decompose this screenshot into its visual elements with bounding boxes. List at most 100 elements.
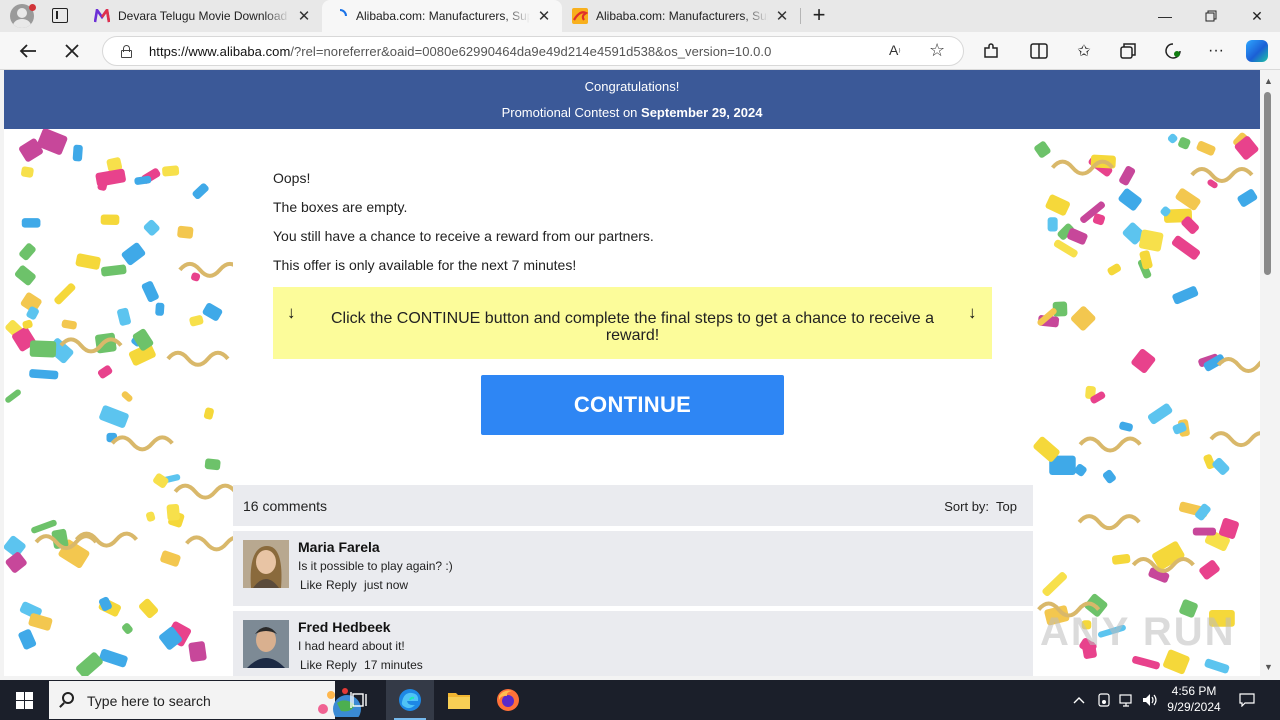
favorite-star-icon[interactable]: ☆ bbox=[929, 40, 945, 61]
network-icon[interactable] bbox=[1116, 680, 1138, 720]
taskbar-clock[interactable]: 4:56 PM 9/29/2024 bbox=[1156, 683, 1232, 715]
confetti-piece bbox=[97, 365, 113, 379]
continue-button[interactable]: CONTINUE bbox=[481, 375, 784, 435]
url-text[interactable]: https://www.alibaba.com/?rel=noreferrer&… bbox=[149, 44, 771, 59]
down-arrow-icon: ↓ bbox=[287, 303, 296, 322]
task-view-button[interactable] bbox=[336, 680, 384, 720]
streamer-curl bbox=[110, 435, 174, 452]
minimize-button[interactable]: — bbox=[1142, 0, 1188, 32]
confetti-piece bbox=[61, 319, 77, 330]
close-icon bbox=[65, 44, 79, 58]
like-link[interactable]: Like bbox=[300, 658, 322, 672]
message-empty: The boxes are empty. bbox=[273, 199, 408, 215]
close-window-button[interactable]: ✕ bbox=[1234, 0, 1280, 32]
comment-meta: Like Reply 17 minutes bbox=[300, 658, 427, 672]
profile-notification-badge bbox=[29, 4, 36, 11]
url-host: https://www.alibaba.com bbox=[149, 44, 291, 59]
comment-text: I had heard about it! bbox=[298, 639, 405, 653]
more-options-icon[interactable]: ··· bbox=[1205, 40, 1227, 62]
instruction-text: Click the CONTINUE button and complete t… bbox=[331, 310, 934, 344]
comment-author[interactable]: Fred Hedbeek bbox=[298, 619, 391, 635]
start-button[interactable] bbox=[0, 680, 48, 720]
streamer-curl bbox=[1077, 514, 1141, 531]
alibaba-icon bbox=[572, 8, 588, 24]
m-logo-icon bbox=[94, 8, 110, 24]
confetti-piece bbox=[191, 272, 201, 282]
reply-link[interactable]: Reply bbox=[326, 658, 357, 672]
taskbar-firefox[interactable] bbox=[484, 680, 532, 720]
confetti-piece bbox=[1178, 137, 1191, 150]
confetti-piece bbox=[1196, 141, 1216, 156]
confetti-piece bbox=[29, 369, 59, 380]
confetti-piece bbox=[1118, 188, 1142, 211]
confetti-piece bbox=[1204, 658, 1230, 674]
navigation-bar: https://www.alibaba.com/?rel=noreferrer&… bbox=[0, 32, 1280, 70]
comment-time: just now bbox=[364, 578, 409, 592]
confetti-piece bbox=[1119, 166, 1136, 186]
scroll-up-arrow-icon[interactable]: ▲ bbox=[1264, 76, 1273, 86]
browser-essentials-icon[interactable] bbox=[1162, 40, 1184, 62]
comment-author[interactable]: Maria Farela bbox=[298, 539, 380, 555]
meet-now-icon[interactable] bbox=[1094, 680, 1114, 720]
streamer-curl bbox=[1216, 357, 1260, 374]
tab-alibaba[interactable]: Alibaba.com: Manufacturers, Suppliers ✕ bbox=[562, 0, 800, 32]
sort-control[interactable]: Sort by: Top bbox=[944, 499, 1017, 514]
taskbar-file-explorer[interactable] bbox=[435, 680, 483, 720]
restore-icon bbox=[1205, 10, 1217, 22]
confetti-piece bbox=[29, 340, 57, 358]
confetti-piece bbox=[202, 303, 223, 321]
folder-icon bbox=[448, 693, 470, 709]
confetti-piece bbox=[162, 165, 180, 177]
back-button[interactable] bbox=[13, 37, 43, 65]
confetti-piece bbox=[1047, 217, 1058, 232]
notifications-button[interactable] bbox=[1236, 680, 1258, 720]
confetti-piece bbox=[1034, 141, 1051, 158]
scroll-down-arrow-icon[interactable]: ▼ bbox=[1264, 662, 1273, 672]
read-aloud-icon[interactable]: A⁾ bbox=[889, 42, 901, 58]
confetti-piece bbox=[1131, 348, 1156, 373]
copilot-icon[interactable] bbox=[1246, 40, 1268, 62]
tab-alibaba-active[interactable]: Alibaba.com: Manufacturers, Suppliers ✕ bbox=[322, 0, 562, 32]
lock-icon[interactable] bbox=[121, 45, 132, 58]
confetti-piece bbox=[160, 550, 181, 567]
clock-date: 9/29/2024 bbox=[1167, 700, 1221, 714]
tab-close-icon[interactable]: ✕ bbox=[774, 7, 790, 25]
show-hidden-icons[interactable] bbox=[1068, 680, 1090, 720]
confetti-piece bbox=[75, 253, 101, 270]
confetti-piece bbox=[21, 166, 34, 178]
edge-icon bbox=[399, 689, 421, 711]
stop-loading-button[interactable] bbox=[57, 37, 87, 65]
new-tab-button[interactable]: + bbox=[808, 4, 830, 28]
confetti-piece bbox=[122, 623, 133, 634]
comment-meta: Like Reply just now bbox=[300, 578, 412, 592]
firefox-icon bbox=[497, 689, 519, 711]
banner-congrats: Congratulations! bbox=[584, 79, 680, 94]
confetti-piece bbox=[192, 183, 209, 200]
tab-close-icon[interactable]: ✕ bbox=[536, 7, 552, 25]
back-arrow-icon bbox=[19, 44, 36, 58]
like-link[interactable]: Like bbox=[300, 578, 322, 592]
streamer-curl bbox=[166, 350, 230, 367]
favorites-icon[interactable]: ✩ bbox=[1073, 40, 1095, 62]
taskbar-search-box[interactable]: Type here to search bbox=[49, 681, 361, 719]
tab-close-icon[interactable]: ✕ bbox=[296, 7, 312, 25]
scrollbar-thumb[interactable] bbox=[1264, 92, 1271, 275]
message-chance: You still have a chance to receive a rew… bbox=[273, 228, 654, 244]
confetti-piece bbox=[143, 219, 160, 236]
confetti-piece bbox=[1111, 553, 1131, 565]
confetti-piece bbox=[204, 458, 221, 471]
reply-link[interactable]: Reply bbox=[326, 578, 357, 592]
comment-time: 17 minutes bbox=[364, 658, 423, 672]
tab-devara[interactable]: Devara Telugu Movie Download (2024) ✕ bbox=[84, 0, 322, 32]
split-screen-icon[interactable] bbox=[1028, 40, 1050, 62]
extensions-icon[interactable] bbox=[980, 40, 1002, 62]
taskbar-edge[interactable] bbox=[386, 680, 434, 720]
notification-icon bbox=[1239, 693, 1255, 707]
collections-icon[interactable] bbox=[1117, 40, 1139, 62]
tab-strip: Devara Telugu Movie Download (2024) ✕ Al… bbox=[0, 0, 1280, 32]
tab-actions-icon[interactable] bbox=[52, 8, 68, 23]
confetti-piece bbox=[1045, 194, 1070, 216]
address-bar[interactable]: https://www.alibaba.com/?rel=noreferrer&… bbox=[102, 36, 964, 66]
restore-button[interactable] bbox=[1188, 0, 1234, 32]
page-scrollbar[interactable]: ▲ ▼ bbox=[1260, 70, 1276, 676]
